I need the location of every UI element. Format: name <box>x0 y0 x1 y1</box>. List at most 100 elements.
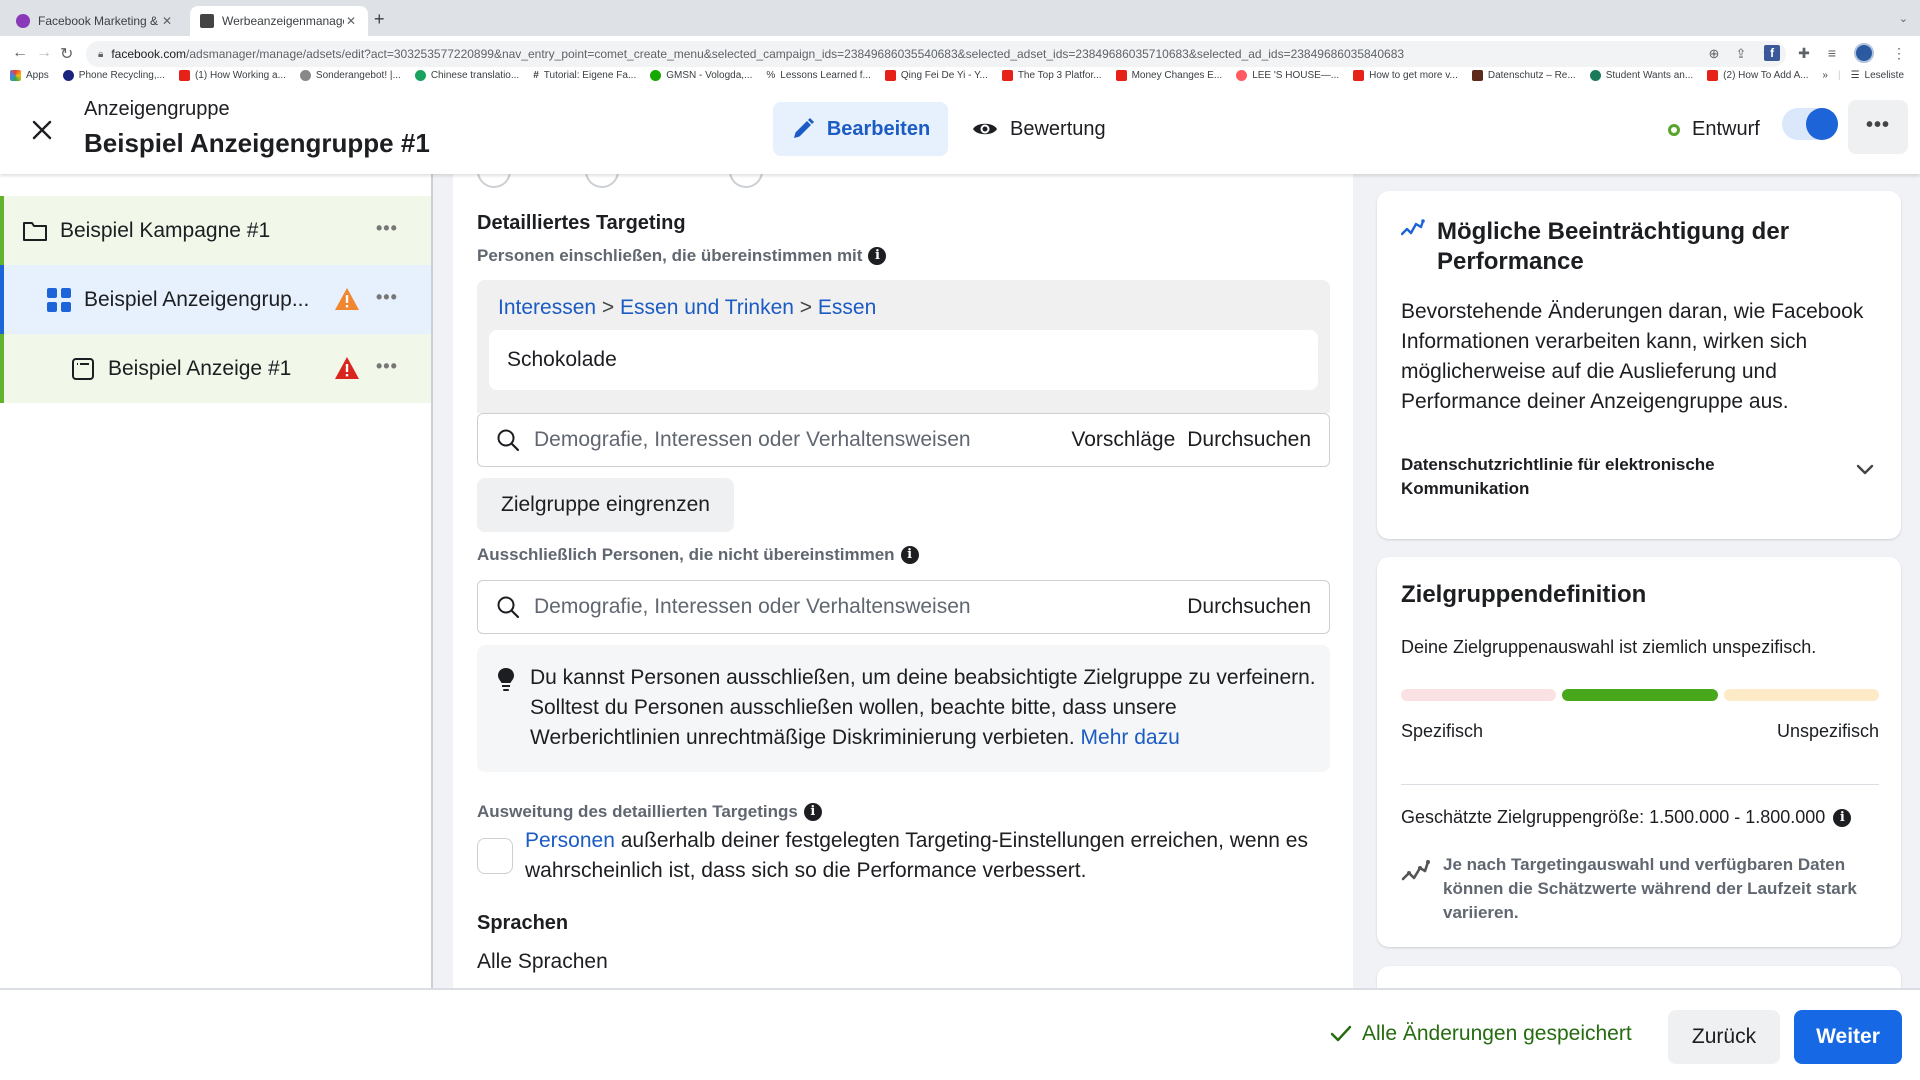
tab-favicon-icon <box>16 14 30 28</box>
bookmark-item[interactable]: Student Wants an... <box>1589 69 1693 81</box>
share-icon[interactable]: ⇪ <box>1735 46 1746 62</box>
bookmark-item[interactable]: Money Changes E... <box>1115 69 1222 81</box>
bookmark-item[interactable]: GMSN - Vologda,... <box>650 69 752 81</box>
hash-icon: # <box>533 69 539 81</box>
tab-title: Facebook Marketing & Werbea <box>38 14 160 28</box>
exclude-label-text: Ausschließlich Personen, die nicht übere… <box>477 545 895 564</box>
back-arrow-icon[interactable]: ← <box>12 44 28 62</box>
bookmark-favicon-icon <box>414 69 426 81</box>
bookmark-item[interactable]: Apps <box>10 69 49 81</box>
upwork-icon <box>650 69 662 81</box>
youtube-icon <box>884 69 896 81</box>
facebook-extension-icon[interactable]: f <box>1764 45 1781 61</box>
selected-interest-label: Schokolade <box>507 348 617 371</box>
browser-tab[interactable]: Facebook Marketing & Werbea ✕ <box>6 6 184 36</box>
narrow-audience-button[interactable]: Zielgruppe eingrenzen <box>477 478 734 532</box>
bookmark-favicon-icon <box>299 69 311 81</box>
profile-avatar[interactable] <box>1854 43 1874 63</box>
save-status-label: Alle Änderungen gespeichert <box>1362 1022 1632 1045</box>
tip-body: Du kannst Personen ausschließen, um dein… <box>530 666 1316 749</box>
review-button[interactable]: Bewertung <box>972 102 1106 156</box>
targeting-expansion-checkbox[interactable] <box>477 838 513 874</box>
bookmarks-overflow-button[interactable]: » <box>1822 70 1828 81</box>
bookmark-item[interactable]: How to get more v... <box>1353 69 1458 81</box>
performance-impact-card: Mögliche Beeinträchtigung der Performanc… <box>1377 191 1901 539</box>
browser-menu-icon[interactable]: ⋮ <box>1892 45 1906 62</box>
audience-description: Deine Zielgruppenauswahl ist ziemlich un… <box>1401 637 1817 657</box>
ad-more-button[interactable]: ••• <box>376 356 398 377</box>
breadcrumb-separator: > <box>799 296 813 319</box>
bookmark-item[interactable]: LEE 'S HOUSE—... <box>1236 69 1339 81</box>
bookmark-label: (2) How To Add A... <box>1723 69 1809 81</box>
performance-card-body: Bevorstehende Änderungen daran, wie Face… <box>1401 300 1864 413</box>
bookmark-label: Tutorial: Eigene Fa... <box>543 69 637 81</box>
bookmark-item[interactable]: Sonderangebot! |... <box>299 69 401 81</box>
info-icon[interactable]: i <box>1833 808 1852 827</box>
people-link[interactable]: Personen <box>525 829 615 852</box>
selected-interest-chip[interactable]: Schokolade <box>489 330 1318 390</box>
performance-card-title: Mögliche Beeinträchtigung der Performanc… <box>1437 218 1790 275</box>
include-search-input[interactable]: Demografie, Interessen oder Verhaltenswe… <box>477 413 1330 467</box>
eye-icon <box>973 123 997 135</box>
exclusion-tip-box: Du kannst Personen ausschließen, um dein… <box>477 645 1330 772</box>
learn-more-link[interactable]: Mehr dazu <box>1081 726 1180 749</box>
more-options-button[interactable]: ••• <box>1848 100 1908 154</box>
reading-list-button[interactable]: ☰ Leseliste <box>1851 70 1904 81</box>
bookmark-item[interactable]: Qing Fei De Yi - Y... <box>884 69 988 81</box>
close-button[interactable] <box>28 116 56 144</box>
targeting-breadcrumb: Interessen > Essen und Trinken > Essen <box>498 296 876 320</box>
media-queue-icon[interactable]: ≡ <box>1828 45 1836 61</box>
bookmark-item[interactable]: Phone Recycling,... <box>62 69 165 81</box>
tree-item-label: Beispiel Anzeigengrup... <box>84 287 310 311</box>
languages-value[interactable]: Alle Sprachen <box>477 950 608 974</box>
breadcrumb-interests[interactable]: Interessen <box>498 296 596 319</box>
meter-segment-broad <box>1723 689 1879 701</box>
breadcrumb-food[interactable]: Essen <box>818 296 876 319</box>
bookmark-item[interactable]: The Top 3 Platfor... <box>1001 69 1102 81</box>
bookmark-item[interactable]: (2) How To Add A... <box>1707 69 1809 81</box>
tab-search-chevron-icon[interactable]: ⌄ <box>1899 12 1908 25</box>
info-icon[interactable]: i <box>803 803 822 821</box>
bookmark-label: (1) How Working a... <box>194 69 286 81</box>
bookmark-item[interactable]: Chinese translatio... <box>414 69 520 81</box>
tab-close-icon[interactable]: ✕ <box>160 14 174 28</box>
bookmark-item[interactable]: Datenschutz – Re... <box>1471 69 1576 81</box>
back-button[interactable]: Zurück <box>1668 1010 1780 1064</box>
browse-button[interactable]: Durchsuchen <box>1187 428 1311 452</box>
browser-tabstrip: Facebook Marketing & Werbea ✕ Werbeanzei… <box>0 0 1920 36</box>
exclude-search-input[interactable]: Demografie, Interessen oder Verhaltenswe… <box>477 580 1330 634</box>
adset-toggle[interactable] <box>1782 108 1838 140</box>
bookmark-label: Chinese translatio... <box>430 69 520 81</box>
new-tab-icon[interactable]: + <box>374 9 385 30</box>
reload-icon[interactable]: ↻ <box>60 44 73 64</box>
bookmark-item[interactable]: (1) How Working a... <box>178 69 286 81</box>
browse-button[interactable]: Durchsuchen <box>1187 595 1311 619</box>
bookmark-label: Apps <box>26 69 49 81</box>
tree-item-campaign[interactable]: Beispiel Kampagne #1 ••• <box>0 196 431 265</box>
edit-button[interactable]: Bearbeiten <box>773 102 948 156</box>
airbnb-icon <box>1236 69 1248 81</box>
breadcrumb-food-drink[interactable]: Essen und Trinken <box>620 296 794 319</box>
info-icon[interactable]: i <box>900 546 919 564</box>
bookmark-item[interactable]: % Lessons Learned f... <box>766 70 871 81</box>
next-button[interactable]: Weiter <box>1794 1010 1902 1064</box>
radio-option[interactable] <box>477 174 511 188</box>
extensions-puzzle-icon[interactable]: ✚ <box>1798 45 1810 62</box>
tab-close-icon[interactable]: ✕ <box>344 14 358 28</box>
browser-tab-active[interactable]: Werbeanzeigenmanager - Wer ✕ <box>190 6 368 36</box>
tree-item-adset[interactable]: Beispiel Anzeigengrup... ••• <box>0 265 431 334</box>
radio-option[interactable] <box>585 174 619 188</box>
chevron-down-icon[interactable] <box>1855 463 1875 477</box>
privacy-policy-expander[interactable]: Datenschutzrichtlinie für elektronische … <box>1401 453 1801 501</box>
status-dot-icon <box>1668 123 1680 136</box>
bookmark-item[interactable]: # Tutorial: Eigene Fa... <box>533 70 636 81</box>
forward-arrow-icon[interactable]: → <box>36 44 52 62</box>
bookmark-label: Sonderangebot! |... <box>315 69 401 81</box>
adset-more-button[interactable]: ••• <box>376 287 398 308</box>
info-icon[interactable]: i <box>868 247 887 265</box>
suggestions-button[interactable]: Vorschläge <box>1071 428 1175 452</box>
zoom-icon[interactable]: ⊕ <box>1709 46 1720 62</box>
radio-option[interactable] <box>729 174 763 188</box>
tree-item-ad[interactable]: Beispiel Anzeige #1 ••• <box>0 334 431 403</box>
campaign-more-button[interactable]: ••• <box>376 218 398 239</box>
